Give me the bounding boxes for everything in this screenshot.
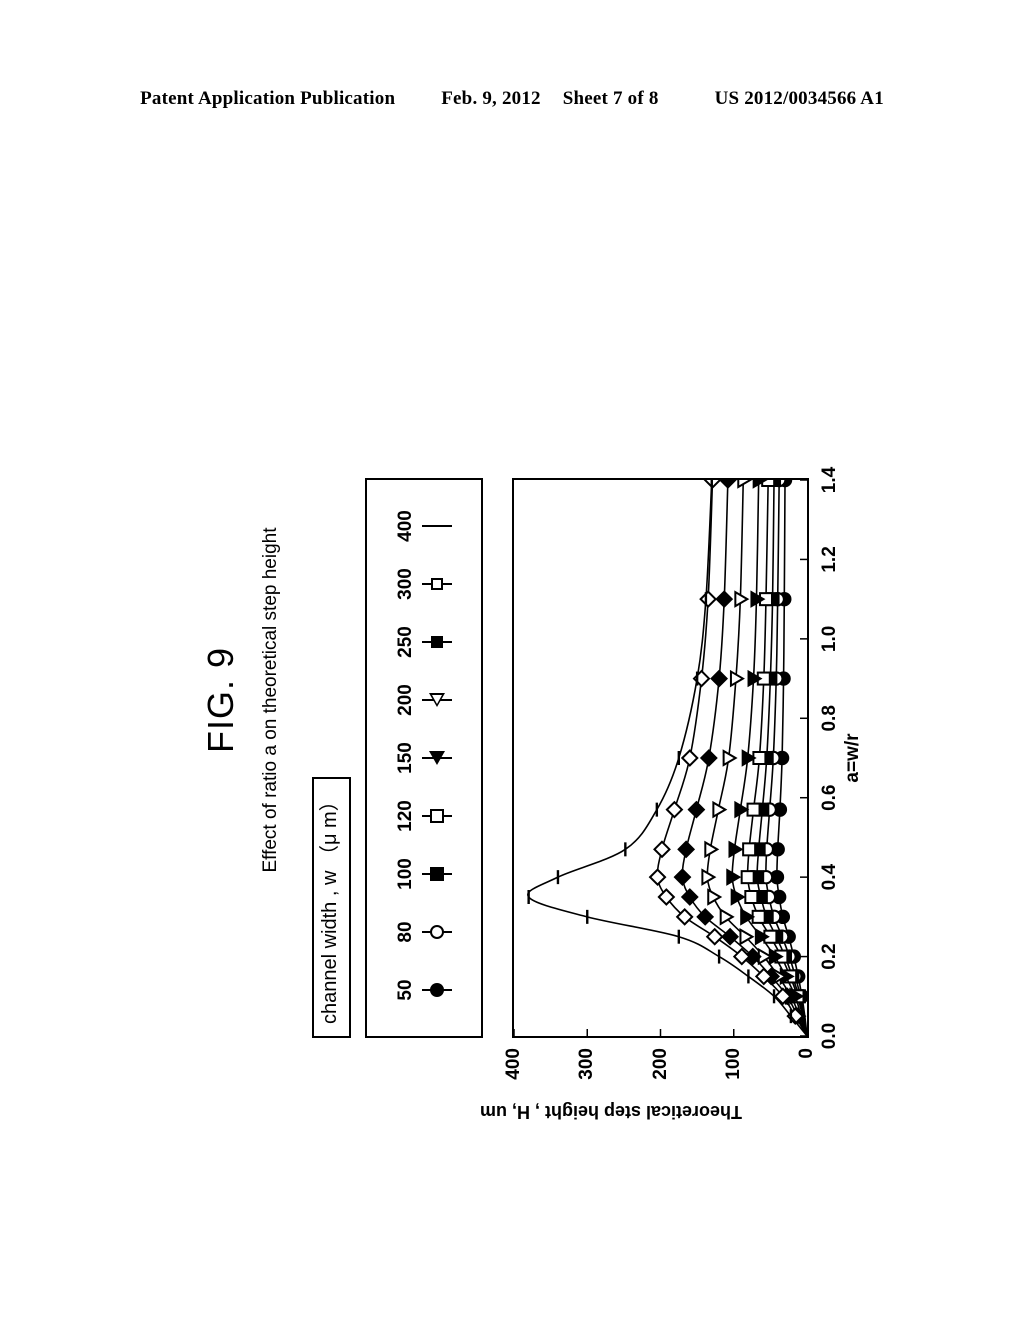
y-tick-label: 100 (722, 1048, 744, 1080)
x-tick-label: 1.4 (819, 466, 840, 494)
x-tick-label: 0.6 (819, 784, 840, 811)
sheet-number: Sheet 7 of 8 (562, 88, 659, 109)
x-tick-label: 1.2 (819, 546, 840, 573)
x-tick-label: 0.0 (819, 1022, 840, 1050)
axis-label-layer: 0.0 0.2 0.4 0.6 0.8 1.0 1.2 1.4 0 100 200 300 400 a… (182, 250, 863, 1150)
patent-number: US 2012/0034566 A1 (714, 88, 884, 109)
x-tick-label: 0.4 (819, 863, 840, 891)
publication-date: Feb. 9, 2012 (441, 88, 541, 109)
y-tick-label: 200 (649, 1048, 671, 1080)
x-tick-label: 0.8 (819, 705, 840, 732)
x-tick-label: 0.2 (819, 943, 840, 970)
x-tick-label: 1.0 (819, 625, 840, 653)
y-tick-label: 400 (503, 1048, 524, 1080)
x-axis-title: a=w/r (842, 733, 863, 783)
patent-running-header: Patent Application Publication Feb. 9, 2… (0, 88, 1024, 110)
y-tick-label: 0 (796, 1048, 817, 1059)
y-tick-label: 300 (576, 1048, 598, 1080)
publication-label: Patent Application Publication (140, 88, 396, 109)
y-axis-title: Theoretical step height , H, um (479, 1102, 742, 1122)
figure-9: FIG. 9 Effect of ratio a on theoretical … (182, 250, 863, 1150)
